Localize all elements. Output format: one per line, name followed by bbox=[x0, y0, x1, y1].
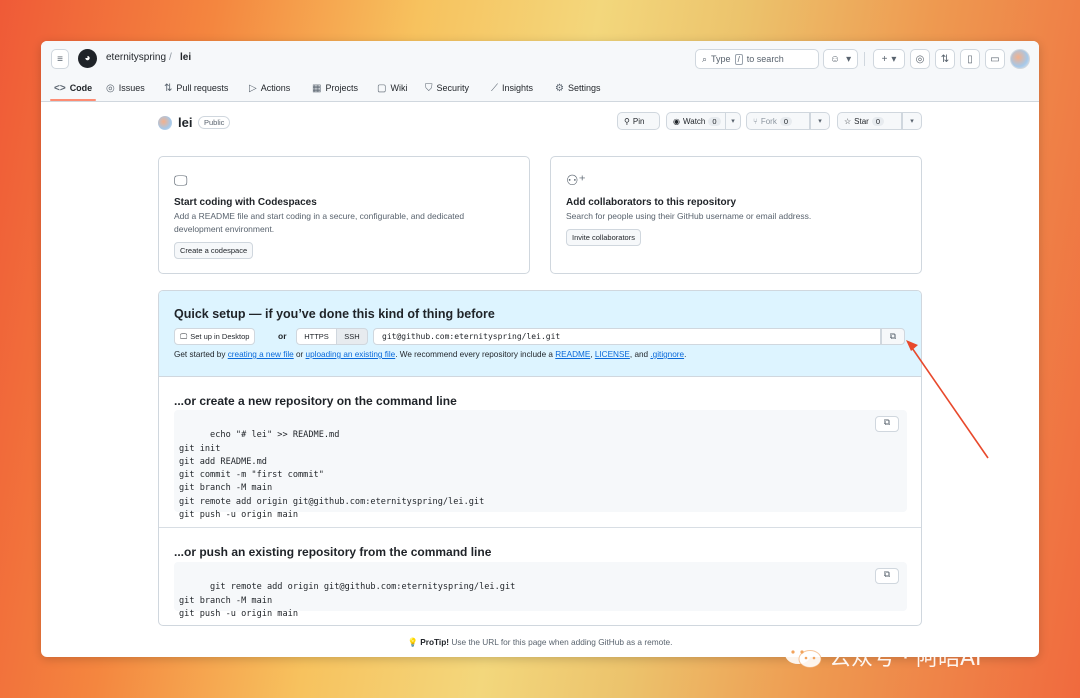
annotation-arrow-head bbox=[906, 340, 918, 351]
watermark: 公众号 · 阿皓AI bbox=[783, 640, 982, 672]
annotation-arrow-line bbox=[909, 344, 989, 459]
wechat-icon bbox=[785, 644, 822, 668]
annotation-arrow bbox=[906, 340, 989, 459]
watermark-text: 公众号 · 阿皓AI bbox=[829, 646, 982, 671]
